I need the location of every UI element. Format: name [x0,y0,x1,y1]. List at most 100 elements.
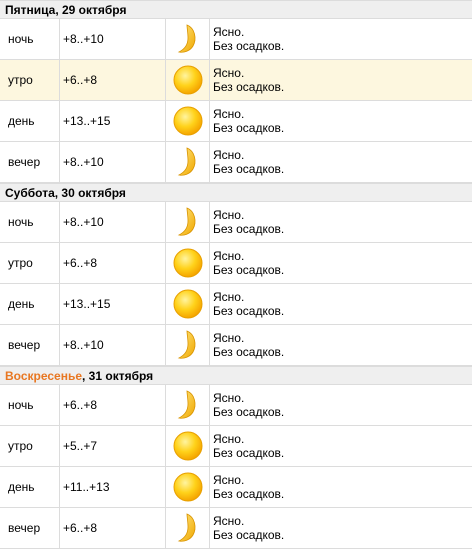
precipitation-text: Без осадков. [213,487,285,501]
weather-icon-cell [166,142,210,182]
day-name: Воскресенье [5,369,83,383]
weather-description: Ясно. Без осадков. [210,202,472,242]
condition-text: Ясно. [213,391,245,405]
period-label: утро [0,60,60,100]
weather-description: Ясно. Без осадков. [210,60,472,100]
condition-text: Ясно. [213,290,245,304]
period-label: день [0,467,60,507]
forecast-row: утро +6..+8 Ясно. Без осадков. [0,60,472,101]
sun-icon [172,288,204,320]
condition-text: Ясно. [213,432,245,446]
period-label: день [0,284,60,324]
precipitation-text: Без осадков. [213,39,285,53]
weather-icon-cell [166,243,210,283]
weather-description: Ясно. Без осадков. [210,142,472,182]
period-label: ночь [0,19,60,59]
period-label: утро [0,426,60,466]
day-header: Суббота, 30 октября [0,183,472,202]
weather-description: Ясно. Без осадков. [210,426,472,466]
condition-text: Ясно. [213,331,245,345]
day-name: Суббота [5,186,55,200]
moon-icon [175,206,201,238]
condition-text: Ясно. [213,148,245,162]
sun-icon [172,430,204,462]
precipitation-text: Без осадков. [213,446,285,460]
temperature-range: +8..+10 [60,19,166,59]
precipitation-text: Без осадков. [213,222,285,236]
precipitation-text: Без осадков. [213,405,285,419]
moon-icon [175,512,201,544]
weather-description: Ясно. Без осадков. [210,467,472,507]
period-label: день [0,101,60,141]
weather-icon-cell [166,202,210,242]
weather-icon-cell [166,508,210,548]
weather-description: Ясно. Без осадков. [210,385,472,425]
weather-icon-cell [166,60,210,100]
precipitation-text: Без осадков. [213,528,285,542]
temperature-range: +13..+15 [60,101,166,141]
sun-icon [172,64,204,96]
weather-icon-cell [166,426,210,466]
day-date: , 30 октября [54,186,126,200]
weather-icon-cell [166,19,210,59]
weather-icon-cell [166,467,210,507]
weather-description: Ясно. Без осадков. [210,243,472,283]
condition-text: Ясно. [213,25,245,39]
weather-description: Ясно. Без осадков. [210,101,472,141]
forecast-row: утро +6..+8 Ясно. Без осадков. [0,243,472,284]
precipitation-text: Без осадков. [213,80,285,94]
temperature-range: +6..+8 [60,243,166,283]
precipitation-text: Без осадков. [213,162,285,176]
condition-text: Ясно. [213,473,245,487]
temperature-range: +6..+8 [60,508,166,548]
forecast-row: вечер +8..+10 Ясно. Без осадков. [0,325,472,366]
forecast-row: день +13..+15 Ясно. Без осадков. [0,284,472,325]
temperature-range: +6..+8 [60,385,166,425]
condition-text: Ясно. [213,208,245,222]
weather-icon-cell [166,385,210,425]
weather-icon-cell [166,101,210,141]
condition-text: Ясно. [213,514,245,528]
period-label: вечер [0,508,60,548]
temperature-range: +13..+15 [60,284,166,324]
period-label: ночь [0,202,60,242]
weather-description: Ясно. Без осадков. [210,508,472,548]
forecast-table: Пятница, 29 октября ночь +8..+10 Ясно. Без о… [0,0,472,549]
temperature-range: +5..+7 [60,426,166,466]
precipitation-text: Без осадков. [213,121,285,135]
period-label: вечер [0,142,60,182]
condition-text: Ясно. [213,107,245,121]
precipitation-text: Без осадков. [213,304,285,318]
condition-text: Ясно. [213,249,245,263]
moon-icon [175,329,201,361]
moon-icon [175,389,201,421]
forecast-row: ночь +8..+10 Ясно. Без осадков. [0,202,472,243]
day-date: , 29 октября [55,3,127,17]
weather-description: Ясно. Без осадков. [210,284,472,324]
moon-icon [175,23,201,55]
weather-icon-cell [166,325,210,365]
condition-text: Ясно. [213,66,245,80]
sun-icon [172,471,204,503]
temperature-range: +6..+8 [60,60,166,100]
weather-description: Ясно. Без осадков. [210,19,472,59]
forecast-row: ночь +8..+10 Ясно. Без осадков. [0,19,472,60]
day-header: Воскресенье, 31 октября [0,366,472,385]
forecast-row: утро +5..+7 Ясно. Без осадков. [0,426,472,467]
forecast-row: день +13..+15 Ясно. Без осадков. [0,101,472,142]
day-date: , 31 октября [82,369,154,383]
temperature-range: +8..+10 [60,325,166,365]
temperature-range: +8..+10 [60,142,166,182]
weather-icon-cell [166,284,210,324]
day-name: Пятница [5,3,56,17]
precipitation-text: Без осадков. [213,345,285,359]
period-label: вечер [0,325,60,365]
period-label: ночь [0,385,60,425]
temperature-range: +11..+13 [60,467,166,507]
forecast-row: день +11..+13 Ясно. Без осадков. [0,467,472,508]
forecast-row: ночь +6..+8 Ясно. Без осадков. [0,385,472,426]
sun-icon [172,247,204,279]
precipitation-text: Без осадков. [213,263,285,277]
day-header: Пятница, 29 октября [0,0,472,19]
period-label: утро [0,243,60,283]
